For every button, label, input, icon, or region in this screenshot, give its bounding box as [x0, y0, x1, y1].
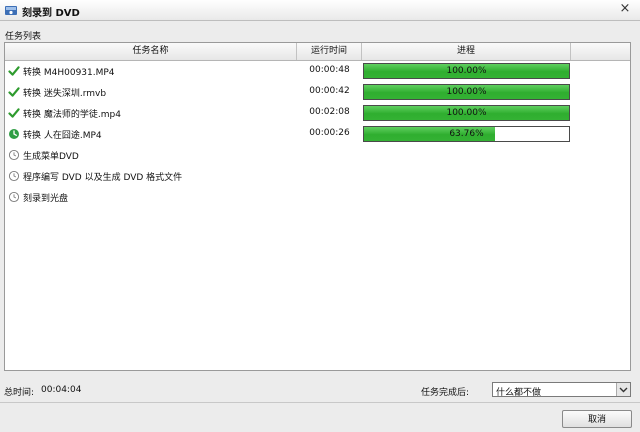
pending-clock-icon — [8, 170, 20, 182]
list-item: 生成菜单DVD — [5, 145, 405, 165]
task-name: 转换 魔法师的学徒.mp4 — [23, 110, 121, 120]
progress-text: 100.00% — [446, 87, 487, 97]
table-row[interactable]: 转换 迷失深圳.rmvb 00:00:42 100.00% — [5, 82, 630, 102]
progress-text: 100.00% — [446, 66, 487, 76]
close-button[interactable]: × — [618, 2, 632, 16]
after-completion-value: 什么都不做 — [496, 388, 542, 398]
cancel-button[interactable]: 取消 — [562, 410, 632, 428]
table-row[interactable]: 转换 魔法师的学徒.mp4 00:02:08 100.00% — [5, 103, 630, 123]
progress-bar: 100.00% — [363, 63, 570, 79]
task-list[interactable]: 任务名称 运行时间 进程 转换 M4H00931.MP4 00:00:48 100.… — [4, 42, 631, 371]
column-header-time[interactable]: 运行时间 — [297, 43, 362, 60]
close-icon: × — [619, 1, 631, 16]
footer-divider — [0, 402, 640, 403]
progress-bar: 100.00% — [363, 84, 570, 100]
progress-bar: 63.76% — [363, 126, 570, 142]
task-time: 00:00:48 — [309, 65, 350, 75]
step-name: 程序编写 DVD 以及生成 DVD 格式文件 — [23, 173, 183, 183]
task-name: 转换 迷失深圳.rmvb — [23, 89, 107, 99]
progress-text: 100.00% — [446, 108, 487, 118]
task-name: 转换 M4H00931.MP4 — [23, 68, 115, 78]
table-row[interactable]: 转换 M4H00931.MP4 00:00:48 100.00% — [5, 61, 630, 81]
task-time: 00:02:08 — [309, 107, 350, 117]
dvd-burner-icon — [5, 6, 17, 15]
list-item: 刻录到光盘 — [5, 187, 405, 207]
progress-text: 63.76% — [449, 129, 484, 139]
total-time-label: 总时间: — [4, 388, 35, 398]
step-name: 刻录到光盘 — [23, 194, 69, 204]
pending-clock-icon — [8, 149, 20, 161]
chevron-down-icon — [619, 387, 628, 393]
after-completion-label: 任务完成后: — [421, 388, 470, 398]
column-header-progress[interactable]: 进程 — [362, 43, 571, 60]
window-title: 刻录到 DVD — [22, 8, 80, 19]
total-time-value: 00:04:04 — [41, 385, 82, 395]
checkmark-icon — [8, 108, 20, 118]
checkmark-icon — [8, 66, 20, 76]
checkmark-icon — [8, 87, 20, 97]
in-progress-icon — [9, 129, 19, 139]
list-item: 程序编写 DVD 以及生成 DVD 格式文件 — [5, 166, 405, 186]
table-header: 任务名称 运行时间 进程 — [5, 43, 630, 61]
table-row[interactable]: 转换 人在囧途.MP4 00:00:26 63.76% — [5, 124, 630, 144]
task-time: 00:00:26 — [309, 128, 350, 138]
task-time: 00:00:42 — [309, 86, 350, 96]
dropdown-arrow[interactable] — [616, 383, 630, 396]
after-completion-select[interactable]: 什么都不做 — [492, 382, 631, 398]
column-header-name[interactable]: 任务名称 — [5, 43, 297, 60]
pending-clock-icon — [8, 191, 20, 203]
title-bar: 刻录到 DVD × — [0, 0, 640, 21]
step-name: 生成菜单DVD — [23, 152, 79, 162]
task-name: 转换 人在囧途.MP4 — [23, 131, 102, 141]
progress-bar: 100.00% — [363, 105, 570, 121]
task-list-label: 任务列表 — [5, 32, 42, 42]
